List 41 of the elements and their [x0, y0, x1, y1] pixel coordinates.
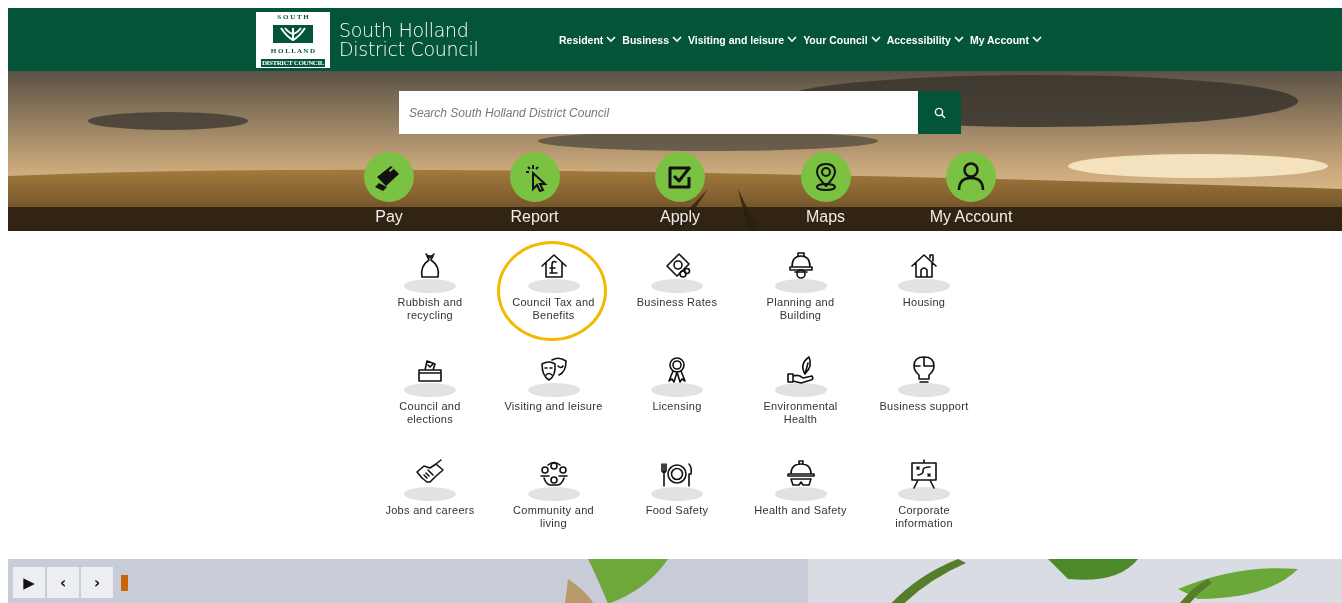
service-tile[interactable]: Environmental Health — [750, 352, 851, 448]
previous-button[interactable]: ‹ — [47, 567, 79, 598]
service-tile[interactable]: Business Rates — [627, 248, 727, 344]
chevron-down-icon — [787, 36, 798, 43]
service-tile[interactable]: Housing — [874, 248, 974, 344]
site-title: South Holland District Council — [339, 20, 479, 59]
service-tile[interactable]: Business support — [874, 352, 974, 448]
service-tile[interactable]: Rubbish and recycling — [380, 248, 480, 344]
service-tile[interactable]: Community and living — [503, 456, 604, 552]
nav-menu-item[interactable]: Resident — [559, 33, 617, 46]
quick-link[interactable]: Apply — [607, 152, 753, 226]
chevron-down-icon — [870, 36, 881, 43]
tulip-icon — [273, 24, 313, 43]
chevron-down-icon — [953, 36, 964, 43]
quick-link[interactable]: My Account — [898, 152, 1044, 226]
nav-menu-item[interactable]: Accessibility — [886, 33, 964, 46]
service-tile[interactable]: Council and elections — [380, 352, 480, 448]
chevron-down-icon — [606, 36, 617, 43]
next-button[interactable]: › — [81, 567, 113, 598]
service-tile[interactable]: Corporate information — [874, 456, 974, 552]
service-tile[interactable]: Planning and Building — [750, 248, 851, 344]
nav-menu-item[interactable]: Business — [622, 33, 683, 46]
nav-menu-item[interactable]: Your Council — [803, 33, 881, 46]
service-tile[interactable]: Visiting and leisure — [503, 352, 604, 448]
quick-link[interactable]: Maps — [752, 152, 899, 226]
search-icon — [933, 106, 946, 119]
easel-icon — [897, 456, 951, 504]
nav-menu-item[interactable]: My Account — [969, 33, 1042, 46]
service-tile[interactable]: Food Safety — [627, 456, 727, 552]
search-button[interactable] — [918, 91, 961, 134]
quick-link[interactable]: Pay — [316, 152, 462, 226]
search-field[interactable]: Search South Holland District Council — [399, 91, 918, 134]
service-tile[interactable]: Council Tax and Benefits — [503, 248, 604, 344]
service-tile[interactable]: Health and Safety — [750, 456, 851, 552]
nav-menu-item[interactable]: Visiting and leisure — [688, 33, 798, 46]
service-tile[interactable]: Jobs and careers — [380, 456, 480, 552]
quick-link[interactable]: Report — [461, 152, 608, 226]
chevron-down-icon — [1032, 36, 1042, 43]
play-button[interactable]: ▶ — [13, 567, 45, 598]
service-tile[interactable]: Licensing — [627, 352, 727, 448]
chevron-down-icon — [672, 36, 683, 43]
